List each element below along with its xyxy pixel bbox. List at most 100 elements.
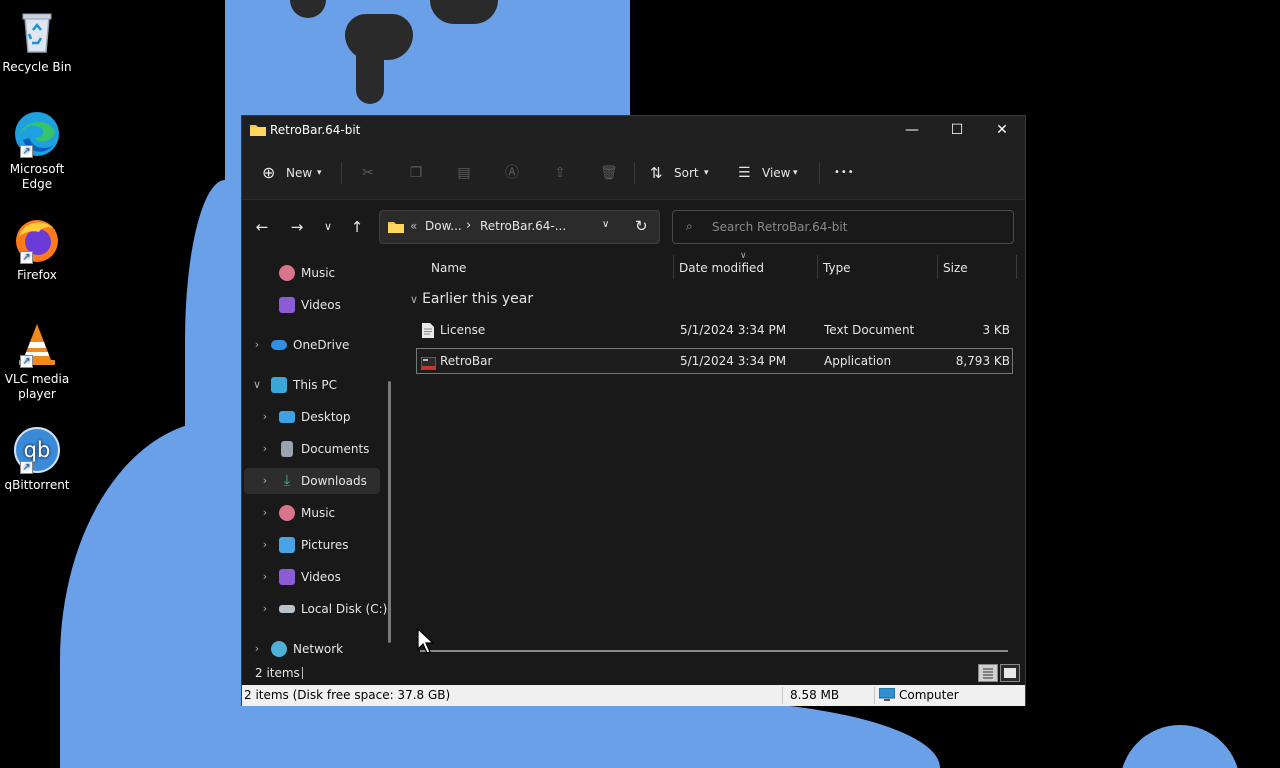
delete-icon[interactable]: 🗑	[600, 165, 618, 181]
file-list: Name ∨ Date modified Type Size ∨ Earlier …	[400, 251, 1025, 661]
recent-locations-chevron-icon[interactable]: ∨	[318, 217, 338, 237]
back-arrow-icon[interactable]: ←	[252, 217, 272, 237]
sidebar-item-network[interactable]: › Network	[244, 636, 380, 661]
column-divider[interactable]	[937, 255, 938, 279]
sidebar-item-this-pc[interactable]: ∨ This PC	[244, 372, 380, 398]
chevron-down-icon[interactable]: ∨	[251, 372, 263, 398]
desktop-icon-edge[interactable]: ↗ Microsoft Edge	[2, 110, 72, 192]
title-bar[interactable]: RetroBar.64-bit — ☐ ✕	[242, 116, 1025, 146]
chevron-right-icon[interactable]: ›	[251, 636, 263, 661]
file-name: License	[440, 323, 486, 337]
desktop-icon-label: Recycle Bin	[2, 60, 72, 74]
share-icon[interactable]: ⇪	[552, 165, 568, 181]
chevron-right-icon[interactable]: ›	[259, 468, 271, 494]
network-icon	[271, 641, 287, 657]
chevron-right-icon[interactable]: ›	[259, 532, 271, 558]
horizontal-scrollbar[interactable]	[420, 650, 1008, 652]
chevron-right-icon[interactable]: ›	[259, 596, 271, 622]
firefox-icon: ↗	[13, 216, 61, 264]
navigation-pane-scrollbar[interactable]	[388, 381, 391, 643]
group-header[interactable]: ∨ Earlier this year	[410, 291, 533, 307]
refresh-icon[interactable]: ↻	[635, 217, 648, 235]
up-arrow-icon[interactable]: ↑	[347, 217, 367, 237]
application-icon	[420, 354, 437, 378]
desktop-icon-recycle-bin[interactable]: Recycle Bin	[2, 8, 72, 75]
forward-arrow-icon[interactable]: →	[287, 217, 307, 237]
desktop-icon-label: qBittorrent	[4, 478, 70, 492]
details-view-button[interactable]	[978, 664, 998, 682]
column-header-date[interactable]: Date modified	[679, 253, 764, 283]
sort-icon: ⇅	[650, 164, 663, 182]
computer-icon	[878, 687, 896, 702]
wallpaper-nose	[356, 50, 384, 104]
close-button[interactable]: ✕	[979, 116, 1025, 146]
search-placeholder: Search RetroBar.64-bit	[712, 220, 848, 234]
address-bar[interactable]: « Dow... › RetroBar.64-... ∨ ↻	[379, 210, 660, 244]
rename-icon[interactable]: Ⓐ	[504, 165, 520, 181]
onedrive-cloud-icon	[271, 340, 287, 350]
group-label: Earlier this year	[422, 291, 534, 307]
file-size: 3 KB	[982, 323, 1010, 337]
minimize-button[interactable]: —	[889, 116, 935, 146]
music-icon	[279, 505, 295, 521]
desktop-icon-vlc[interactable]: ↗ VLC media player	[2, 320, 72, 402]
computer-icon	[271, 377, 287, 393]
search-box[interactable]: ⌕ Search RetroBar.64-bit	[672, 210, 1014, 244]
breadcrumb-overflow[interactable]: «	[410, 219, 417, 233]
column-divider[interactable]	[673, 255, 674, 279]
sidebar-item-onedrive[interactable]: › OneDrive	[244, 332, 380, 358]
navigation-pane: Music Videos › OneDrive ∨ This PC › Desk…	[242, 253, 392, 661]
status-divider	[874, 687, 875, 704]
sidebar-item-documents[interactable]: › Documents	[244, 436, 380, 462]
new-label: New	[286, 166, 313, 180]
desktop-icon-firefox[interactable]: ↗ Firefox	[2, 216, 72, 283]
sidebar-item-videos[interactable]: › Videos	[244, 564, 380, 590]
breadcrumb-downloads[interactable]: Dow...	[425, 219, 462, 233]
desktop-folder-icon	[279, 411, 295, 423]
shortcut-arrow-icon: ↗	[20, 461, 33, 474]
sidebar-item-pictures[interactable]: › Pictures	[244, 532, 380, 558]
chevron-right-icon[interactable]: ›	[259, 436, 271, 462]
sidebar-item-music-quick[interactable]: Music	[244, 260, 380, 286]
chevron-right-icon[interactable]: ›	[259, 404, 271, 430]
new-button[interactable]: ⊕ New ▾	[262, 159, 328, 187]
chevron-right-icon[interactable]: ›	[251, 332, 263, 358]
shortcut-arrow-icon: ↗	[20, 251, 33, 264]
maximize-button[interactable]: ☐	[934, 116, 980, 146]
sidebar-item-downloads[interactable]: › ⤓ Downloads	[244, 468, 380, 494]
chevron-right-icon[interactable]: ›	[259, 500, 271, 526]
column-header-size[interactable]: Size	[943, 253, 968, 283]
large-icons-view-button[interactable]	[1000, 664, 1020, 682]
sidebar-item-videos-quick[interactable]: Videos	[244, 292, 380, 318]
drive-icon	[279, 605, 295, 613]
qbittorrent-icon: qb ↗	[13, 426, 61, 474]
paste-icon[interactable]: ▤	[456, 165, 472, 181]
file-explorer-window: RetroBar.64-bit — ☐ ✕ ⊕ New ▾ ✂ ❐ ▤ Ⓐ ⇪ …	[241, 115, 1026, 706]
column-divider[interactable]	[1016, 255, 1017, 279]
table-row[interactable]: License 5/1/2024 3:34 PM Text Document 3…	[416, 317, 1013, 343]
file-type: Text Document	[824, 323, 915, 337]
view-button[interactable]: ☰ View ▾	[738, 159, 806, 187]
desktop-icon-qbittorrent[interactable]: qb ↗ qBittorrent	[2, 426, 72, 493]
command-bar: ⊕ New ▾ ✂ ❐ ▤ Ⓐ ⇪ 🗑 ⇅ Sort ▾ ☰ View ▾ ••…	[242, 146, 1025, 200]
sidebar-item-music[interactable]: › Music	[244, 500, 380, 526]
table-row[interactable]: RetroBar 5/1/2024 3:34 PM Application 8,…	[416, 348, 1013, 374]
file-name: RetroBar	[440, 354, 493, 368]
copy-icon[interactable]: ❐	[408, 165, 424, 181]
more-options-button[interactable]: •••	[834, 159, 858, 187]
chevron-down-icon: ▾	[317, 168, 322, 178]
sidebar-item-local-disk[interactable]: › Local Disk (C:)	[244, 596, 388, 622]
toolbar-divider	[341, 162, 342, 184]
chevron-down-icon: ▾	[704, 168, 709, 178]
breadcrumb-retrobar[interactable]: RetroBar.64-...	[480, 219, 566, 233]
column-divider[interactable]	[817, 255, 818, 279]
column-header-name[interactable]: Name	[431, 253, 466, 283]
cut-icon[interactable]: ✂	[360, 165, 376, 181]
svg-text:qb: qb	[24, 438, 51, 462]
column-header-type[interactable]: Type	[823, 253, 851, 283]
sort-button[interactable]: ⇅ Sort ▾	[650, 159, 714, 187]
documents-icon	[281, 441, 293, 457]
address-history-chevron-icon[interactable]: ∨	[602, 219, 609, 230]
chevron-right-icon[interactable]: ›	[259, 564, 271, 590]
sidebar-item-desktop[interactable]: › Desktop	[244, 404, 380, 430]
